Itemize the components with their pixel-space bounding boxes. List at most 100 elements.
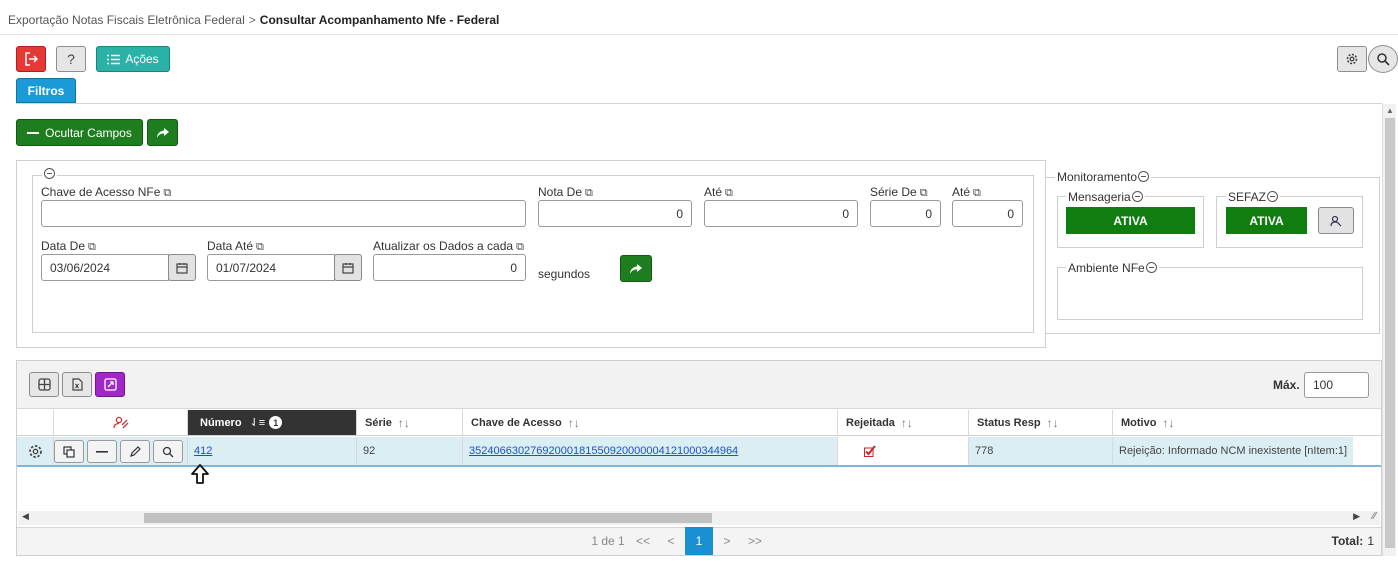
copy-icon[interactable]: ⧉ xyxy=(973,187,981,199)
arrow-up-outline-icon xyxy=(191,464,209,484)
excel-icon xyxy=(71,378,83,391)
col-header-motivo[interactable]: Motivo ↑↓ xyxy=(1113,410,1381,436)
collapse-icon[interactable] xyxy=(1267,191,1279,202)
col-header-chave[interactable]: Chave de Acesso ↑↓ xyxy=(463,410,838,436)
filters-collapse-button[interactable] xyxy=(42,167,57,181)
scroll-right-icon[interactable]: ▶ xyxy=(1353,511,1360,522)
sefaz-label: SEFAZ xyxy=(1226,190,1281,204)
copy-icon[interactable]: ⧉ xyxy=(163,187,171,199)
collapse-icon[interactable] xyxy=(1131,191,1143,202)
breadcrumb-separator: > xyxy=(248,13,256,27)
cell-motivo: Rejeição: Informado NCM inexistente [nIt… xyxy=(1113,437,1353,465)
search-toggle-button[interactable] xyxy=(1368,45,1398,73)
selected-row-underline xyxy=(17,465,1381,467)
row-settings-cell[interactable] xyxy=(17,437,54,465)
current-page-button[interactable]: 1 xyxy=(685,527,713,555)
atualizar-input[interactable]: 0 xyxy=(373,254,526,281)
grid-icon xyxy=(37,378,51,391)
actions-button[interactable]: Ações xyxy=(96,46,170,72)
gear-icon xyxy=(1346,53,1358,65)
refresh-apply-button[interactable] xyxy=(620,255,652,282)
checkbox-checked-icon[interactable] xyxy=(864,445,876,457)
view-row-button[interactable] xyxy=(153,440,183,463)
copy-icon[interactable]: ⧉ xyxy=(920,187,928,199)
data-de-calendar-button[interactable] xyxy=(168,254,196,281)
minus-icon xyxy=(96,450,108,453)
settings-button[interactable] xyxy=(1337,46,1367,72)
cell-status: 778 xyxy=(969,437,1113,465)
sort-order-badge: 1 xyxy=(269,416,283,429)
vertical-scroll-thumb[interactable] xyxy=(1385,118,1395,548)
copy-icon[interactable]: ⧉ xyxy=(585,187,593,199)
filters-divider xyxy=(16,103,1382,104)
cell-numero: 412 xyxy=(188,437,357,465)
scroll-left-icon[interactable]: ◀ xyxy=(22,511,29,522)
sort-icon: ↑↓ xyxy=(900,415,913,430)
breadcrumb: Exportação Notas Fiscais Eletrônica Fede… xyxy=(8,13,499,27)
grid-toolbar xyxy=(17,361,1381,409)
copy-icon[interactable]: ⧉ xyxy=(516,241,524,253)
horizontal-scroll-thumb[interactable] xyxy=(144,513,712,523)
resize-handle-icon[interactable]: ⁄⁄ xyxy=(1373,511,1376,522)
collapse-icon[interactable] xyxy=(1145,262,1157,273)
sort-icon: ↑↓ xyxy=(1046,415,1059,430)
collapse-icon[interactable] xyxy=(1138,171,1150,182)
exit-button[interactable] xyxy=(16,46,46,72)
chave-acesso-input[interactable] xyxy=(41,200,526,227)
duplicate-row-button[interactable] xyxy=(54,440,84,463)
tab-filtros[interactable]: Filtros xyxy=(16,78,76,103)
edit-icon xyxy=(130,445,141,457)
data-de-label: Data De ⧉ xyxy=(41,239,96,253)
data-ate-input[interactable]: 01/07/2024 xyxy=(207,254,335,281)
numero-link[interactable]: 412 xyxy=(194,445,212,457)
copy-icon[interactable]: ⧉ xyxy=(725,187,733,199)
max-label: Máx. xyxy=(1273,378,1300,392)
serie-ate-input[interactable]: 0 xyxy=(952,200,1023,227)
first-page-button[interactable]: << xyxy=(630,527,656,555)
nota-de-input[interactable]: 0 xyxy=(538,200,692,227)
vertical-scrollbar[interactable]: ▲ xyxy=(1382,104,1396,556)
minus-icon xyxy=(27,131,40,134)
help-button[interactable]: ? xyxy=(56,46,86,72)
copy-icon[interactable]: ⧉ xyxy=(88,241,96,253)
cell-rejeitada xyxy=(838,437,969,465)
sort-icon: ↑↓ xyxy=(567,415,580,430)
atualizar-label: Atualizar os Dados a cada ⧉ xyxy=(373,239,524,253)
delete-row-button[interactable] xyxy=(87,440,117,463)
tab-filtros-label: Filtros xyxy=(27,83,65,98)
serie-de-input[interactable]: 0 xyxy=(870,200,941,227)
help-icon: ? xyxy=(67,51,75,67)
expand-icon xyxy=(103,378,117,391)
col-header-status[interactable]: Status Resp ↑↓ xyxy=(969,410,1113,436)
breadcrumb-parent[interactable]: Exportação Notas Fiscais Eletrônica Fede… xyxy=(8,13,245,27)
hide-fields-label: Ocultar Campos xyxy=(45,125,132,140)
col-header-serie[interactable]: Série ↑↓ xyxy=(357,410,463,436)
horizontal-scrollbar[interactable]: ◀ ▶ ⁄⁄ xyxy=(18,511,1380,525)
col-header-rejeitada[interactable]: Rejeitada ↑↓ xyxy=(838,410,969,436)
export-excel-button[interactable] xyxy=(62,372,92,397)
remove-filters-header[interactable] xyxy=(54,410,188,436)
chave-link[interactable]: 3524066302769200018155092000000412100034… xyxy=(469,445,738,457)
next-page-button[interactable]: > xyxy=(714,527,740,555)
max-rows-input[interactable]: 100 xyxy=(1304,372,1369,398)
hide-fields-button[interactable]: Ocultar Campos xyxy=(16,119,143,146)
scroll-up-icon[interactable]: ▲ xyxy=(1386,106,1394,115)
calendar-icon xyxy=(342,262,354,274)
sort-desc-icon: ⇃≡ xyxy=(249,417,266,429)
data-ate-calendar-button[interactable] xyxy=(334,254,362,281)
prev-page-button[interactable]: < xyxy=(658,527,684,555)
ambiente-label: Ambiente NFe xyxy=(1066,261,1159,275)
sefaz-status-badge: ATIVA xyxy=(1226,207,1307,234)
apply-filters-button[interactable] xyxy=(147,119,178,146)
sefaz-consult-button[interactable] xyxy=(1318,207,1354,234)
header-divider xyxy=(0,34,1398,35)
data-de-input[interactable]: 03/06/2024 xyxy=(41,254,169,281)
copy-icon[interactable]: ⧉ xyxy=(256,241,264,253)
expand-grid-button[interactable] xyxy=(95,372,125,397)
col-header-numero[interactable]: Número ⇃≡ 1 xyxy=(188,410,357,436)
last-page-button[interactable]: >> xyxy=(742,527,768,555)
edit-row-button[interactable] xyxy=(120,440,150,463)
mensageria-label: Mensageria xyxy=(1066,190,1145,204)
grid-columns-button[interactable] xyxy=(29,372,59,397)
nota-ate-input[interactable]: 0 xyxy=(704,200,858,227)
